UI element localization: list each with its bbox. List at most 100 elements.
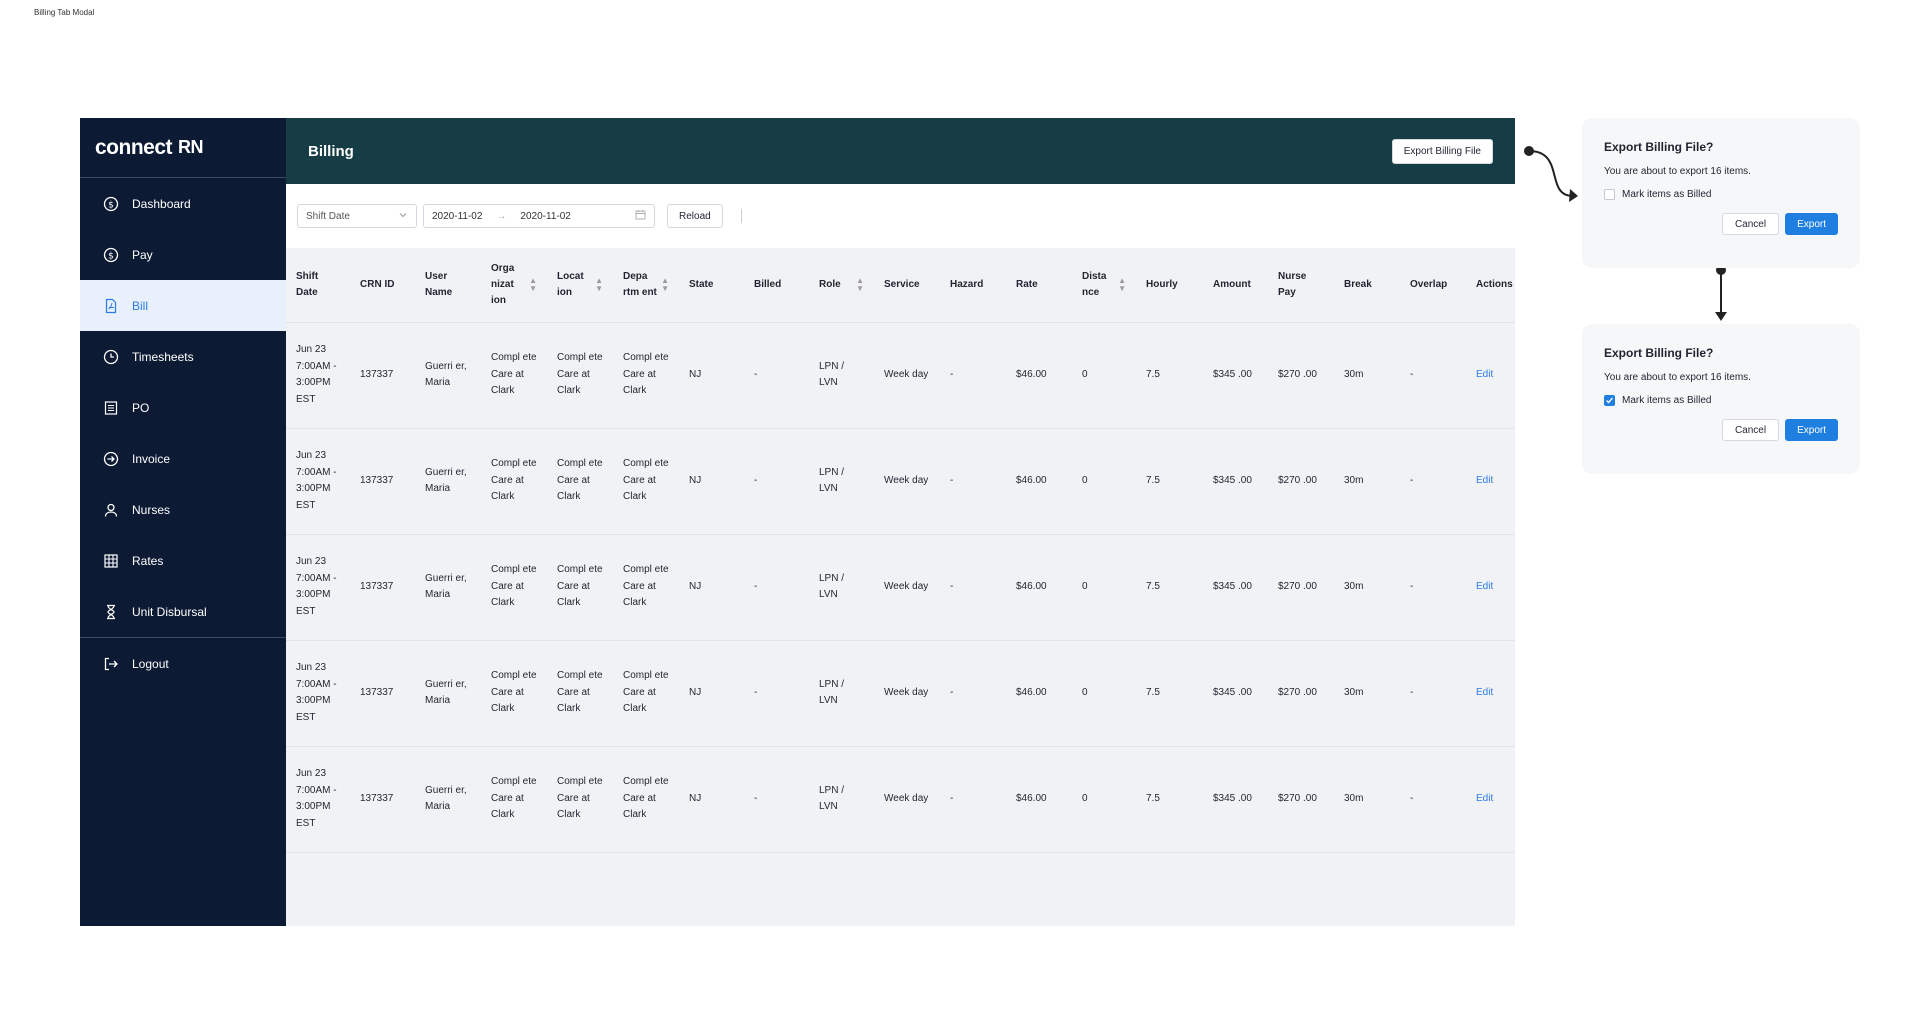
export-modal-unchecked: Export Billing File? You are about to ex…: [1582, 118, 1860, 268]
sort-icon[interactable]: ▲ ▼: [529, 276, 537, 293]
edit-link[interactable]: Edit: [1466, 322, 1515, 429]
edit-link[interactable]: Edit: [1466, 640, 1515, 747]
logout-icon: [102, 655, 120, 673]
column-header[interactable]: Role ▲ ▼: [809, 248, 874, 323]
main-panel: Billing Export Billing File Shift Date 2…: [286, 118, 1515, 926]
edit-link[interactable]: Edit: [1466, 746, 1515, 853]
table-cell: $345 .00: [1203, 534, 1268, 641]
column-header-label: Role: [819, 278, 841, 290]
grid-icon: [102, 552, 120, 570]
nav-label: Bill: [132, 298, 149, 313]
modal-title: Export Billing File?: [1604, 346, 1714, 360]
table-cell: $46.00: [1006, 322, 1072, 429]
nav-item-rates[interactable]: Rates: [80, 535, 286, 586]
table-cell: 7.5: [1136, 534, 1203, 641]
flow-connector-1: [1524, 146, 1578, 202]
nav-item-dashboard[interactable]: $ Dashboard: [80, 178, 286, 229]
table-cell: 137337: [350, 640, 415, 747]
table-cell: Week day: [874, 322, 940, 429]
column-header[interactable]: Depa rtm ent ▲ ▼: [613, 248, 679, 323]
column-header-label: Amount: [1213, 278, 1251, 290]
table-cell: Jun 23 7:00AM - 3:00PM EST: [286, 640, 350, 747]
sort-icon[interactable]: ▲ ▼: [595, 276, 603, 293]
table-cell: LPN / LVN: [809, 322, 874, 429]
table-header-row: Shift Date CRN ID User Name Orga nizat ion ▲…: [286, 248, 1515, 323]
nav-item-po[interactable]: PO: [80, 382, 286, 433]
nav-item-unit-disbursal[interactable]: Unit Disbursal: [80, 586, 286, 637]
column-header: Amount: [1203, 248, 1268, 323]
column-header-label: Hourly: [1146, 278, 1178, 290]
table-cell: Guerri er, Maria: [415, 428, 481, 535]
export-button[interactable]: Export: [1785, 419, 1838, 441]
nav-item-nurses[interactable]: Nurses: [80, 484, 286, 535]
table-cell: Compl ete Care at Clark: [547, 746, 613, 853]
nav-label: PO: [132, 400, 150, 415]
nav-label: Timesheets: [132, 349, 194, 364]
mark-billed-option[interactable]: Mark items as Billed: [1604, 189, 1838, 200]
filter-bar: Shift Date 2020-11-02 → 2020-11-02 Reloa…: [286, 184, 1515, 248]
nav-item-timesheets[interactable]: Timesheets: [80, 331, 286, 382]
table-cell: 30m: [1334, 534, 1400, 641]
table-cell: 30m: [1334, 746, 1400, 853]
column-header: Shift Date: [286, 248, 350, 323]
column-header: Actions: [1466, 248, 1515, 323]
cancel-button[interactable]: Cancel: [1721, 419, 1780, 441]
nav-item-invoice[interactable]: Invoice: [80, 433, 286, 484]
reload-button[interactable]: Reload: [667, 204, 723, 228]
column-header-label: Shift Date: [296, 270, 319, 298]
nav-item-logout[interactable]: Logout: [80, 638, 286, 689]
mark-billed-checkbox[interactable]: [1604, 395, 1615, 406]
column-header-label: Nurse Pay: [1278, 270, 1307, 298]
column-header: User Name: [415, 248, 481, 323]
edit-link[interactable]: Edit: [1466, 428, 1515, 535]
table-cell: Compl ete Care at Clark: [613, 534, 679, 641]
table-cell: Compl ete Care at Clark: [481, 534, 547, 641]
column-header[interactable]: Locat ion ▲ ▼: [547, 248, 613, 323]
cancel-button[interactable]: Cancel: [1721, 213, 1780, 235]
nav-item-pay[interactable]: $ Pay: [80, 229, 286, 280]
column-header: Nurse Pay: [1268, 248, 1334, 323]
table-cell: 137337: [350, 746, 415, 853]
flow-connector-2: [1715, 265, 1727, 321]
column-header: Break: [1334, 248, 1400, 323]
table-cell: $46.00: [1006, 746, 1072, 853]
table-cell: -: [940, 746, 1006, 853]
range-arrow-icon: →: [496, 210, 507, 222]
table-cell: $270 .00: [1268, 534, 1334, 641]
dollar-circle-icon: $: [102, 195, 120, 213]
date-to: 2020-11-02: [520, 210, 571, 222]
table-cell: Compl ete Care at Clark: [481, 640, 547, 747]
svg-text:$: $: [108, 200, 114, 210]
table-cell: Guerri er, Maria: [415, 640, 481, 747]
export-button[interactable]: Export: [1785, 213, 1838, 235]
column-header: Overlap: [1400, 248, 1466, 323]
pdf-file-icon: [102, 297, 120, 315]
column-header-label: Break: [1344, 278, 1372, 290]
modal-title: Export Billing File?: [1604, 140, 1714, 154]
column-header-label: Billed: [754, 278, 782, 290]
table-cell: Jun 23 7:00AM - 3:00PM EST: [286, 322, 350, 429]
canvas-title: Billing Tab Modal: [34, 8, 95, 17]
table-cell: Compl ete Care at Clark: [613, 640, 679, 747]
export-billing-file-button[interactable]: Export Billing File: [1391, 138, 1493, 164]
table-cell: LPN / LVN: [809, 428, 874, 535]
billing-table: Shift Date CRN ID User Name Orga nizat ion ▲…: [286, 248, 1515, 853]
edit-link[interactable]: Edit: [1466, 534, 1515, 641]
modal-message: You are about to export 16 items.: [1604, 372, 1751, 383]
column-header[interactable]: Orga nizat ion ▲ ▼: [481, 248, 547, 323]
mark-billed-checkbox[interactable]: [1604, 189, 1615, 200]
sort-icon[interactable]: ▲ ▼: [1118, 276, 1126, 293]
mark-billed-option[interactable]: Mark items as Billed: [1604, 395, 1838, 406]
column-header[interactable]: Dista nce ▲ ▼: [1072, 248, 1136, 323]
column-header-label: Service: [884, 278, 920, 290]
date-range-picker[interactable]: 2020-11-02 → 2020-11-02: [423, 204, 655, 228]
shift-date-select-value: Shift Date: [306, 210, 350, 222]
sort-icon[interactable]: ▲ ▼: [856, 276, 864, 293]
shift-date-select[interactable]: Shift Date: [297, 204, 417, 228]
table-cell: Compl ete Care at Clark: [547, 428, 613, 535]
table-cell: 7.5: [1136, 640, 1203, 747]
table-cell: $46.00: [1006, 640, 1072, 747]
sort-icon[interactable]: ▲ ▼: [661, 276, 669, 293]
column-header-label: State: [689, 278, 714, 290]
nav-item-bill[interactable]: Bill: [80, 280, 286, 331]
